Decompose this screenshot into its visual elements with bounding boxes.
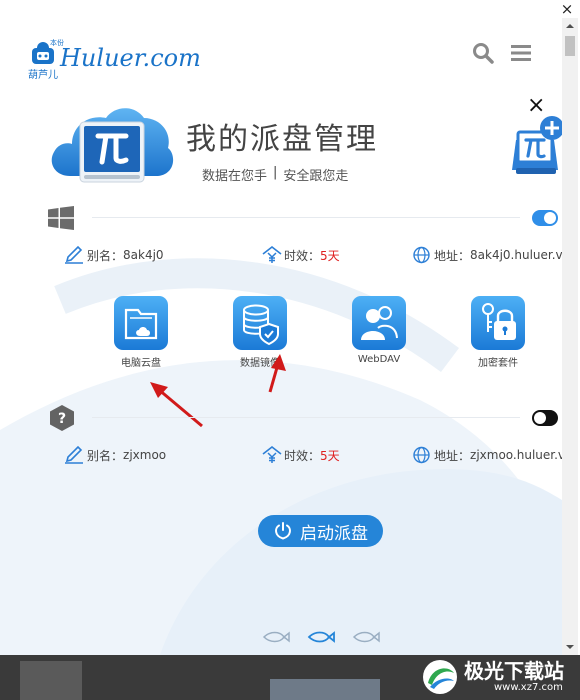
app-label-encryption-kit: 加密套件 bbox=[478, 358, 518, 369]
page-dot-fish-icon[interactable] bbox=[352, 630, 380, 644]
page-subtitle: 数据在您手 | 安全跟您走 bbox=[202, 165, 348, 184]
unknown-os-label: ? bbox=[58, 411, 66, 427]
validity-value: 5天 bbox=[320, 448, 340, 463]
encryption-kit-icon bbox=[471, 296, 525, 350]
desktop-strip: 极光下载站 www.xz7.com bbox=[0, 655, 580, 700]
app-tile-computer-cloud[interactable]: 电脑云盘 bbox=[96, 296, 186, 369]
start-paidisk-button[interactable]: 启动派盘 bbox=[258, 515, 383, 547]
start-button-label: 启动派盘 bbox=[300, 523, 368, 544]
alias-label: 别名： bbox=[87, 448, 124, 463]
data-mirror-icon bbox=[233, 296, 287, 350]
alias-value: 8ak4j0 bbox=[123, 248, 164, 262]
desktop-thumbnail bbox=[270, 679, 380, 700]
device1-address: 地址： 8ak4j0.huluer.vip bbox=[412, 246, 562, 264]
subtitle-left: 数据在您手 bbox=[202, 169, 268, 184]
subtitle-separator: | bbox=[273, 165, 278, 180]
desktop-thumbnail bbox=[20, 661, 82, 700]
watermark-text: 极光下载站 bbox=[464, 659, 564, 683]
scroll-down-arrow-icon[interactable] bbox=[562, 639, 578, 655]
alias-value: zjxmoo bbox=[123, 448, 167, 462]
alias-label: 别名： bbox=[87, 248, 124, 263]
scrollbar[interactable] bbox=[562, 18, 578, 655]
device2-divider bbox=[92, 417, 520, 418]
power-icon bbox=[275, 522, 291, 540]
app-label-computer-cloud: 电脑云盘 bbox=[121, 358, 161, 369]
page-dot-fish-icon-active[interactable] bbox=[307, 630, 335, 644]
logo-cn-text: 葫芦儿 bbox=[28, 70, 58, 81]
address-label: 地址： bbox=[434, 448, 471, 463]
app-tile-data-mirror[interactable]: 数据镜像 bbox=[215, 296, 305, 369]
scroll-up-arrow-icon[interactable] bbox=[562, 18, 578, 34]
computer-cloud-icon bbox=[114, 296, 168, 350]
site-logo[interactable]: 本份 葫芦儿 Huluer.com bbox=[28, 38, 201, 81]
validity-label: 时效： bbox=[284, 248, 321, 263]
cloud-drive-icon bbox=[51, 108, 174, 183]
scroll-thumb[interactable] bbox=[565, 36, 575, 56]
subtitle-right: 安全跟您走 bbox=[283, 169, 349, 184]
pencil-icon bbox=[65, 246, 83, 264]
app-label-webdav: WebDAV bbox=[357, 354, 401, 365]
window-close-button[interactable]: × bbox=[556, 0, 578, 18]
search-icon[interactable] bbox=[472, 42, 494, 64]
toggle-knob bbox=[544, 212, 556, 224]
device2-toggle[interactable] bbox=[532, 410, 558, 426]
page-dot-fish-icon[interactable] bbox=[262, 630, 290, 644]
home-yen-icon bbox=[262, 446, 282, 463]
device2-alias: 别名： zjxmoo bbox=[64, 446, 166, 464]
watermark-url: www.xz7.com bbox=[494, 682, 563, 693]
unknown-os-icon: ? bbox=[50, 405, 74, 431]
windows-icon bbox=[48, 206, 74, 230]
home-yen-icon bbox=[262, 246, 282, 263]
validity-value: 5天 bbox=[320, 248, 340, 263]
address-value: 8ak4j0.huluer.vip bbox=[470, 248, 562, 262]
aurora-logo-icon bbox=[423, 660, 457, 694]
toggle-knob bbox=[534, 412, 546, 424]
app-label-data-mirror: 数据镜像 bbox=[240, 358, 280, 369]
device1-validity: 时效： 5天 bbox=[262, 246, 340, 264]
device2-validity: 时效： 5天 bbox=[262, 446, 340, 464]
device1-alias: 别名： 8ak4j0 bbox=[64, 246, 164, 264]
address-label: 地址： bbox=[434, 248, 471, 263]
globe-icon bbox=[413, 246, 430, 264]
watermark: 极光下载站 www.xz7.com bbox=[420, 655, 580, 700]
globe-icon bbox=[413, 446, 430, 464]
device1-divider bbox=[92, 217, 520, 218]
content-area: 本份 葫芦儿 Huluer.com 我的派盘管理 数据在您手 | 安全跟您走 ×… bbox=[0, 0, 562, 655]
device2-address: 地址： zjxmoo.huluer.vip bbox=[412, 446, 562, 464]
app-tile-encryption-kit[interactable]: 加密套件 bbox=[453, 296, 543, 369]
device1-toggle[interactable] bbox=[532, 210, 558, 226]
menu-icon[interactable] bbox=[511, 44, 531, 62]
logo-text: Huluer.com bbox=[60, 44, 201, 72]
validity-label: 时效： bbox=[284, 448, 321, 463]
pencil-icon bbox=[65, 446, 83, 464]
carousel-pagination bbox=[262, 630, 382, 646]
address-value: zjxmoo.huluer.vip bbox=[470, 448, 562, 462]
app-tile-webdav[interactable]: WebDAV bbox=[334, 296, 424, 368]
webdav-icon bbox=[352, 296, 406, 350]
page-title: 我的派盘管理 bbox=[186, 122, 378, 157]
app-window: 本份 葫芦儿 Huluer.com 我的派盘管理 数据在您手 | 安全跟您走 ×… bbox=[0, 0, 580, 700]
add-device-icon[interactable] bbox=[510, 112, 562, 178]
